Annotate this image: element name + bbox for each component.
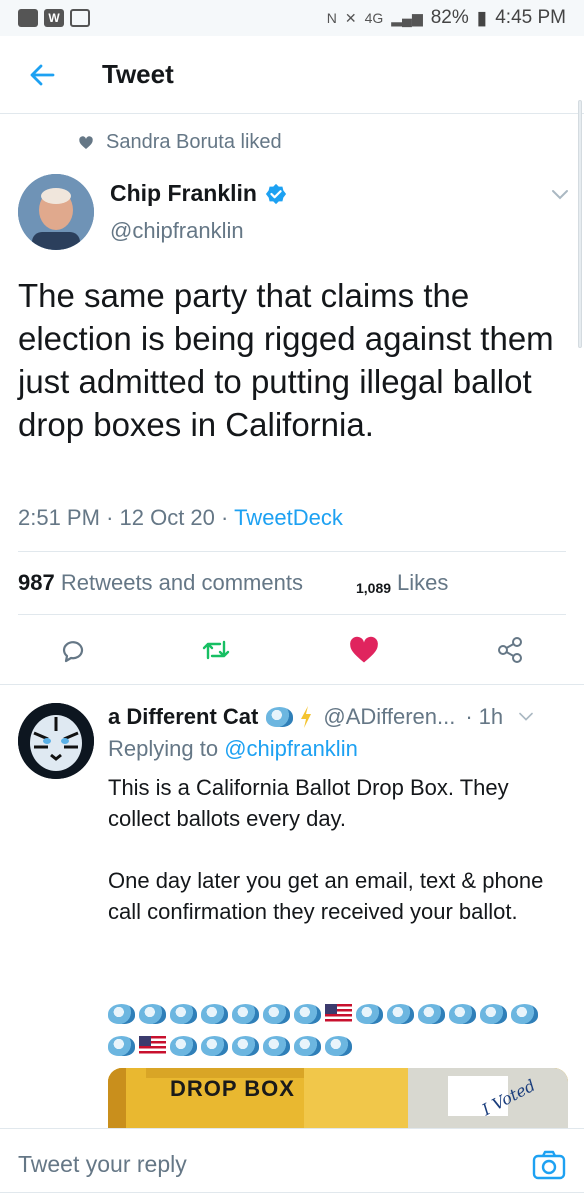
divider xyxy=(18,614,566,615)
reply-separator: · xyxy=(465,704,473,729)
mute-icon: ✕ xyxy=(344,9,357,26)
tweet-metadata: 2:51 PM · 12 Oct 20 · TweetDeck xyxy=(18,505,343,531)
reply-media-image[interactable]: DROP BOX I Voted xyxy=(108,1068,568,1130)
reply-paragraph: One day later you get an email, text & p… xyxy=(108,868,544,924)
wave-emoji-icon xyxy=(511,1004,538,1024)
wave-emoji-icon xyxy=(356,1004,383,1024)
reply-icon xyxy=(62,641,84,663)
retweets-stat[interactable]: 987 Retweets and comments xyxy=(18,570,303,595)
reply-header: a Different Cat @ADifferen... · 1h xyxy=(108,704,578,730)
camera-icon[interactable] xyxy=(532,1149,566,1181)
emoji-row xyxy=(108,1036,352,1056)
divider xyxy=(18,551,566,552)
reply-button[interactable] xyxy=(56,634,88,666)
reply-author-avatar[interactable] xyxy=(18,703,94,779)
message-notification-icon xyxy=(18,9,38,27)
reply-text: This is a California Ballot Drop Box. Th… xyxy=(108,772,558,958)
engagement-stats: 987 Retweets and comments 1,089 Likes xyxy=(18,570,566,596)
wave-emoji-icon xyxy=(108,1004,135,1024)
chevron-down-icon[interactable] xyxy=(550,188,570,202)
like-button[interactable] xyxy=(348,634,380,666)
likes-label: Likes xyxy=(397,570,449,595)
drop-box-sign: DROP BOX xyxy=(170,1076,295,1101)
battery-percent: 82% xyxy=(430,7,469,28)
share-icon xyxy=(498,637,522,663)
wave-emoji-icon xyxy=(480,1004,507,1024)
author-name-row[interactable]: Chip Franklin xyxy=(110,180,287,207)
heart-filled-icon xyxy=(350,636,378,663)
likes-count: 1,089 xyxy=(356,580,392,596)
reply-paragraph: This is a California Ballot Drop Box. Th… xyxy=(108,775,509,831)
reply-age: 1h xyxy=(478,704,504,729)
wave-emoji-icon xyxy=(263,1004,290,1024)
word-app-icon: W xyxy=(44,9,64,27)
nfc-icon: N xyxy=(326,10,337,26)
social-context: Sandra Boruta liked xyxy=(78,131,282,154)
author-name[interactable]: Chip Franklin xyxy=(110,180,257,207)
wave-emoji-icon xyxy=(325,1036,352,1056)
wave-emoji-icon xyxy=(201,1004,228,1024)
back-arrow-icon xyxy=(30,64,55,85)
reply-author-handle[interactable]: @ADifferen... xyxy=(323,704,455,730)
battery-icon: ▮ xyxy=(476,7,488,29)
reply-input[interactable]: Tweet your reply xyxy=(18,1151,187,1178)
back-button[interactable] xyxy=(22,55,62,95)
wave-emoji-icon xyxy=(449,1004,476,1024)
wave-emoji-icon xyxy=(266,707,294,727)
tweet-actions xyxy=(0,630,584,674)
signal-icon: ▂▄▆ xyxy=(391,9,423,26)
heart-icon xyxy=(79,135,93,149)
author-avatar[interactable] xyxy=(18,174,94,250)
avatar-photo xyxy=(18,174,94,250)
wave-emoji-icon xyxy=(387,1004,414,1024)
retweets-label: Retweets and comments xyxy=(60,570,303,595)
replying-to-handle[interactable]: @chipfranklin xyxy=(224,736,358,761)
wave-emoji-icon xyxy=(170,1036,197,1056)
wave-emoji-icon xyxy=(139,1004,166,1024)
network-type: 4G xyxy=(364,10,384,26)
us-flag-emoji-icon xyxy=(325,1004,352,1022)
chevron-down-icon[interactable] xyxy=(517,711,535,723)
mail-icon xyxy=(70,9,90,27)
wave-emoji-icon xyxy=(108,1036,135,1056)
wave-emoji-icon xyxy=(232,1036,259,1056)
retweet-icon xyxy=(202,640,230,660)
status-bar: W N ✕ 4G ▂▄▆ 82% ▮ 4:45 PM xyxy=(0,0,584,36)
us-flag-emoji-icon xyxy=(139,1036,166,1054)
replying-to: Replying to @chipfranklin xyxy=(108,736,358,762)
retweets-count: 987 xyxy=(18,570,55,595)
likes-stat[interactable]: 1,089 Likes xyxy=(356,570,448,596)
emoji-row xyxy=(108,1004,538,1024)
wave-emoji-icon xyxy=(294,1004,321,1024)
divider xyxy=(0,1192,584,1193)
wave-emoji-icon xyxy=(294,1036,321,1056)
divider xyxy=(0,684,584,685)
meta-separator: · xyxy=(221,505,235,530)
tweet-source-link[interactable]: TweetDeck xyxy=(234,505,343,530)
scrollbar[interactable] xyxy=(578,100,582,348)
meta-separator: · xyxy=(106,505,120,530)
wave-emoji-icon xyxy=(170,1004,197,1024)
wave-emoji-icon xyxy=(263,1036,290,1056)
page-title: Tweet xyxy=(102,59,174,89)
wave-emoji-icon xyxy=(201,1036,228,1056)
tweet-time: 2:51 PM xyxy=(18,505,100,530)
reply-author-name[interactable]: a Different Cat xyxy=(108,704,258,730)
lightning-emoji-icon xyxy=(301,706,312,728)
clock: 4:45 PM xyxy=(495,7,566,28)
social-context-text: Sandra Boruta liked xyxy=(106,131,282,153)
author-handle[interactable]: @chipfranklin xyxy=(110,218,244,244)
replying-prefix: Replying to xyxy=(108,736,219,761)
retweet-button[interactable] xyxy=(200,634,232,666)
verified-badge-icon xyxy=(265,183,287,204)
reply-composer: Tweet your reply xyxy=(0,1128,584,1200)
wave-emoji-icon xyxy=(418,1004,445,1024)
top-app-bar: Tweet xyxy=(0,36,584,114)
share-button[interactable] xyxy=(494,634,526,666)
tiger-avatar-image xyxy=(18,703,94,779)
tweet-date: 12 Oct 20 xyxy=(119,505,215,530)
tweet-text: The same party that claims the election … xyxy=(18,277,554,443)
wave-emoji-icon xyxy=(232,1004,259,1024)
